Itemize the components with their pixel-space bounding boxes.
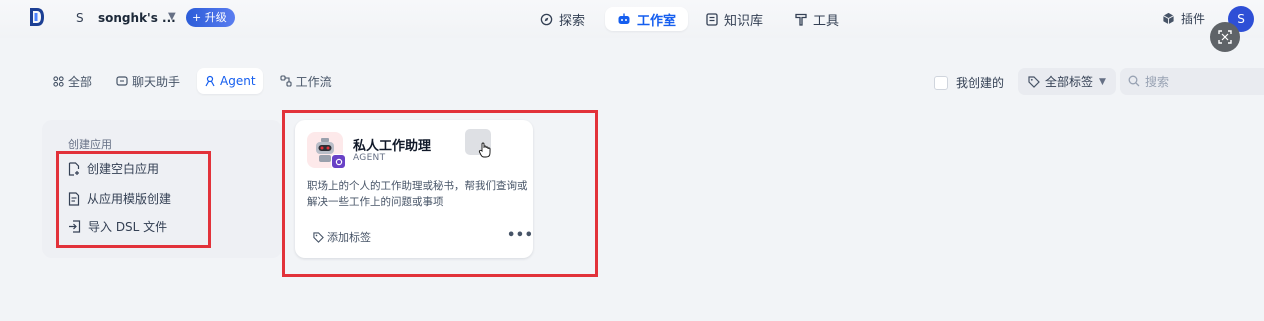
tab-all[interactable]: 全部 — [46, 68, 99, 94]
hand-cursor-icon — [478, 142, 491, 158]
chevron-down-icon: ▼ — [1099, 76, 1106, 87]
tab-workflow[interactable]: 工作流 — [273, 68, 339, 94]
create-from-template-button[interactable]: 从应用模版创建 — [68, 190, 171, 207]
create-blank-app-label: 创建空白应用 — [87, 162, 160, 176]
create-app-title: 创建应用 — [68, 138, 112, 151]
robot-icon — [617, 13, 631, 26]
template-icon — [68, 191, 80, 206]
tag-filter-label: 全部标签 — [1045, 75, 1094, 89]
nav-explore[interactable]: 探索 — [540, 7, 585, 31]
top-bar: S songhk's ... ▼ + 升级 探索 工作室 知识库 工具 插件 S — [0, 0, 1264, 38]
workflow-icon — [280, 75, 292, 87]
chevron-down-icon[interactable]: ▼ — [168, 11, 176, 22]
nav-tools[interactable]: 工具 — [795, 7, 839, 31]
app-type-tabs: 全部 聊天助手 Agent 工作流 — [46, 68, 349, 94]
tag-filter-dropdown[interactable]: 全部标签 ▼ — [1018, 68, 1116, 95]
screenshot-tool-button[interactable] — [1210, 22, 1240, 52]
hammer-icon — [795, 13, 807, 26]
search-icon — [1128, 72, 1140, 91]
agent-badge-icon — [331, 154, 346, 169]
cube-icon — [1162, 12, 1175, 25]
agent-icon — [204, 75, 216, 87]
create-app-card: 创建应用 创建空白应用 从应用模版创建 导入 DSL 文件 — [42, 120, 282, 258]
nav-studio-label: 工作室 — [637, 13, 677, 29]
import-dsl-button[interactable]: 导入 DSL 文件 — [68, 218, 167, 235]
tab-agent[interactable]: Agent — [197, 68, 263, 94]
plugins-button[interactable]: 插件 — [1162, 10, 1205, 27]
workspace-letter[interactable]: S — [76, 11, 84, 25]
app-card[interactable]: 私人工作助理 AGENT 职场上的个人的工作助理或秘书，帮我们查询或解决一些工作… — [295, 120, 533, 258]
chat-icon — [116, 75, 128, 87]
created-by-me-filter[interactable]: 我创建的 — [934, 74, 1004, 91]
search-input[interactable] — [1145, 74, 1264, 89]
tab-agent-label: Agent — [220, 74, 256, 88]
nav-explore-label: 探索 — [559, 13, 586, 29]
add-tag-label: 添加标签 — [327, 231, 371, 244]
import-icon — [68, 220, 81, 233]
app-name: 私人工作助理 — [353, 139, 432, 154]
add-tag-button[interactable]: 添加标签 — [313, 229, 371, 245]
compass-icon — [540, 13, 553, 26]
crop-icon — [1218, 30, 1232, 44]
file-plus-icon — [68, 161, 80, 176]
workspace-name[interactable]: songhk's ... — [98, 11, 176, 25]
nav-studio[interactable]: 工作室 — [605, 7, 689, 31]
plus-icon: + — [192, 11, 202, 24]
tag-icon — [1028, 75, 1040, 88]
dify-logo[interactable] — [28, 6, 46, 28]
tab-chat-assistant-label: 聊天助手 — [132, 74, 181, 89]
created-by-me-label: 我创建的 — [956, 76, 1005, 90]
tab-chat-assistant[interactable]: 聊天助手 — [109, 68, 187, 94]
app-type: AGENT — [353, 153, 386, 163]
grid-icon — [53, 75, 64, 87]
nav-knowledge[interactable]: 知识库 — [706, 7, 763, 31]
search-box[interactable] — [1120, 68, 1264, 95]
tag-icon — [313, 231, 324, 243]
create-blank-app-button[interactable]: 创建空白应用 — [68, 160, 159, 177]
nav-tools-label: 工具 — [813, 13, 840, 29]
nav-knowledge-label: 知识库 — [724, 13, 764, 29]
import-dsl-label: 导入 DSL 文件 — [88, 220, 168, 234]
create-from-template-label: 从应用模版创建 — [87, 192, 172, 206]
book-icon — [706, 12, 718, 26]
created-by-me-checkbox[interactable] — [934, 75, 948, 90]
tab-all-label: 全部 — [68, 74, 93, 89]
upgrade-button[interactable]: + 升级 — [186, 8, 235, 27]
tab-workflow-label: 工作流 — [295, 74, 332, 89]
app-description: 职场上的个人的工作助理或秘书，帮我们查询或解决一些工作上的问题或事项 — [307, 180, 528, 208]
plugins-label: 插件 — [1181, 12, 1206, 26]
upgrade-label: 升级 — [204, 11, 227, 24]
more-options-icon[interactable]: ••• — [507, 228, 533, 243]
